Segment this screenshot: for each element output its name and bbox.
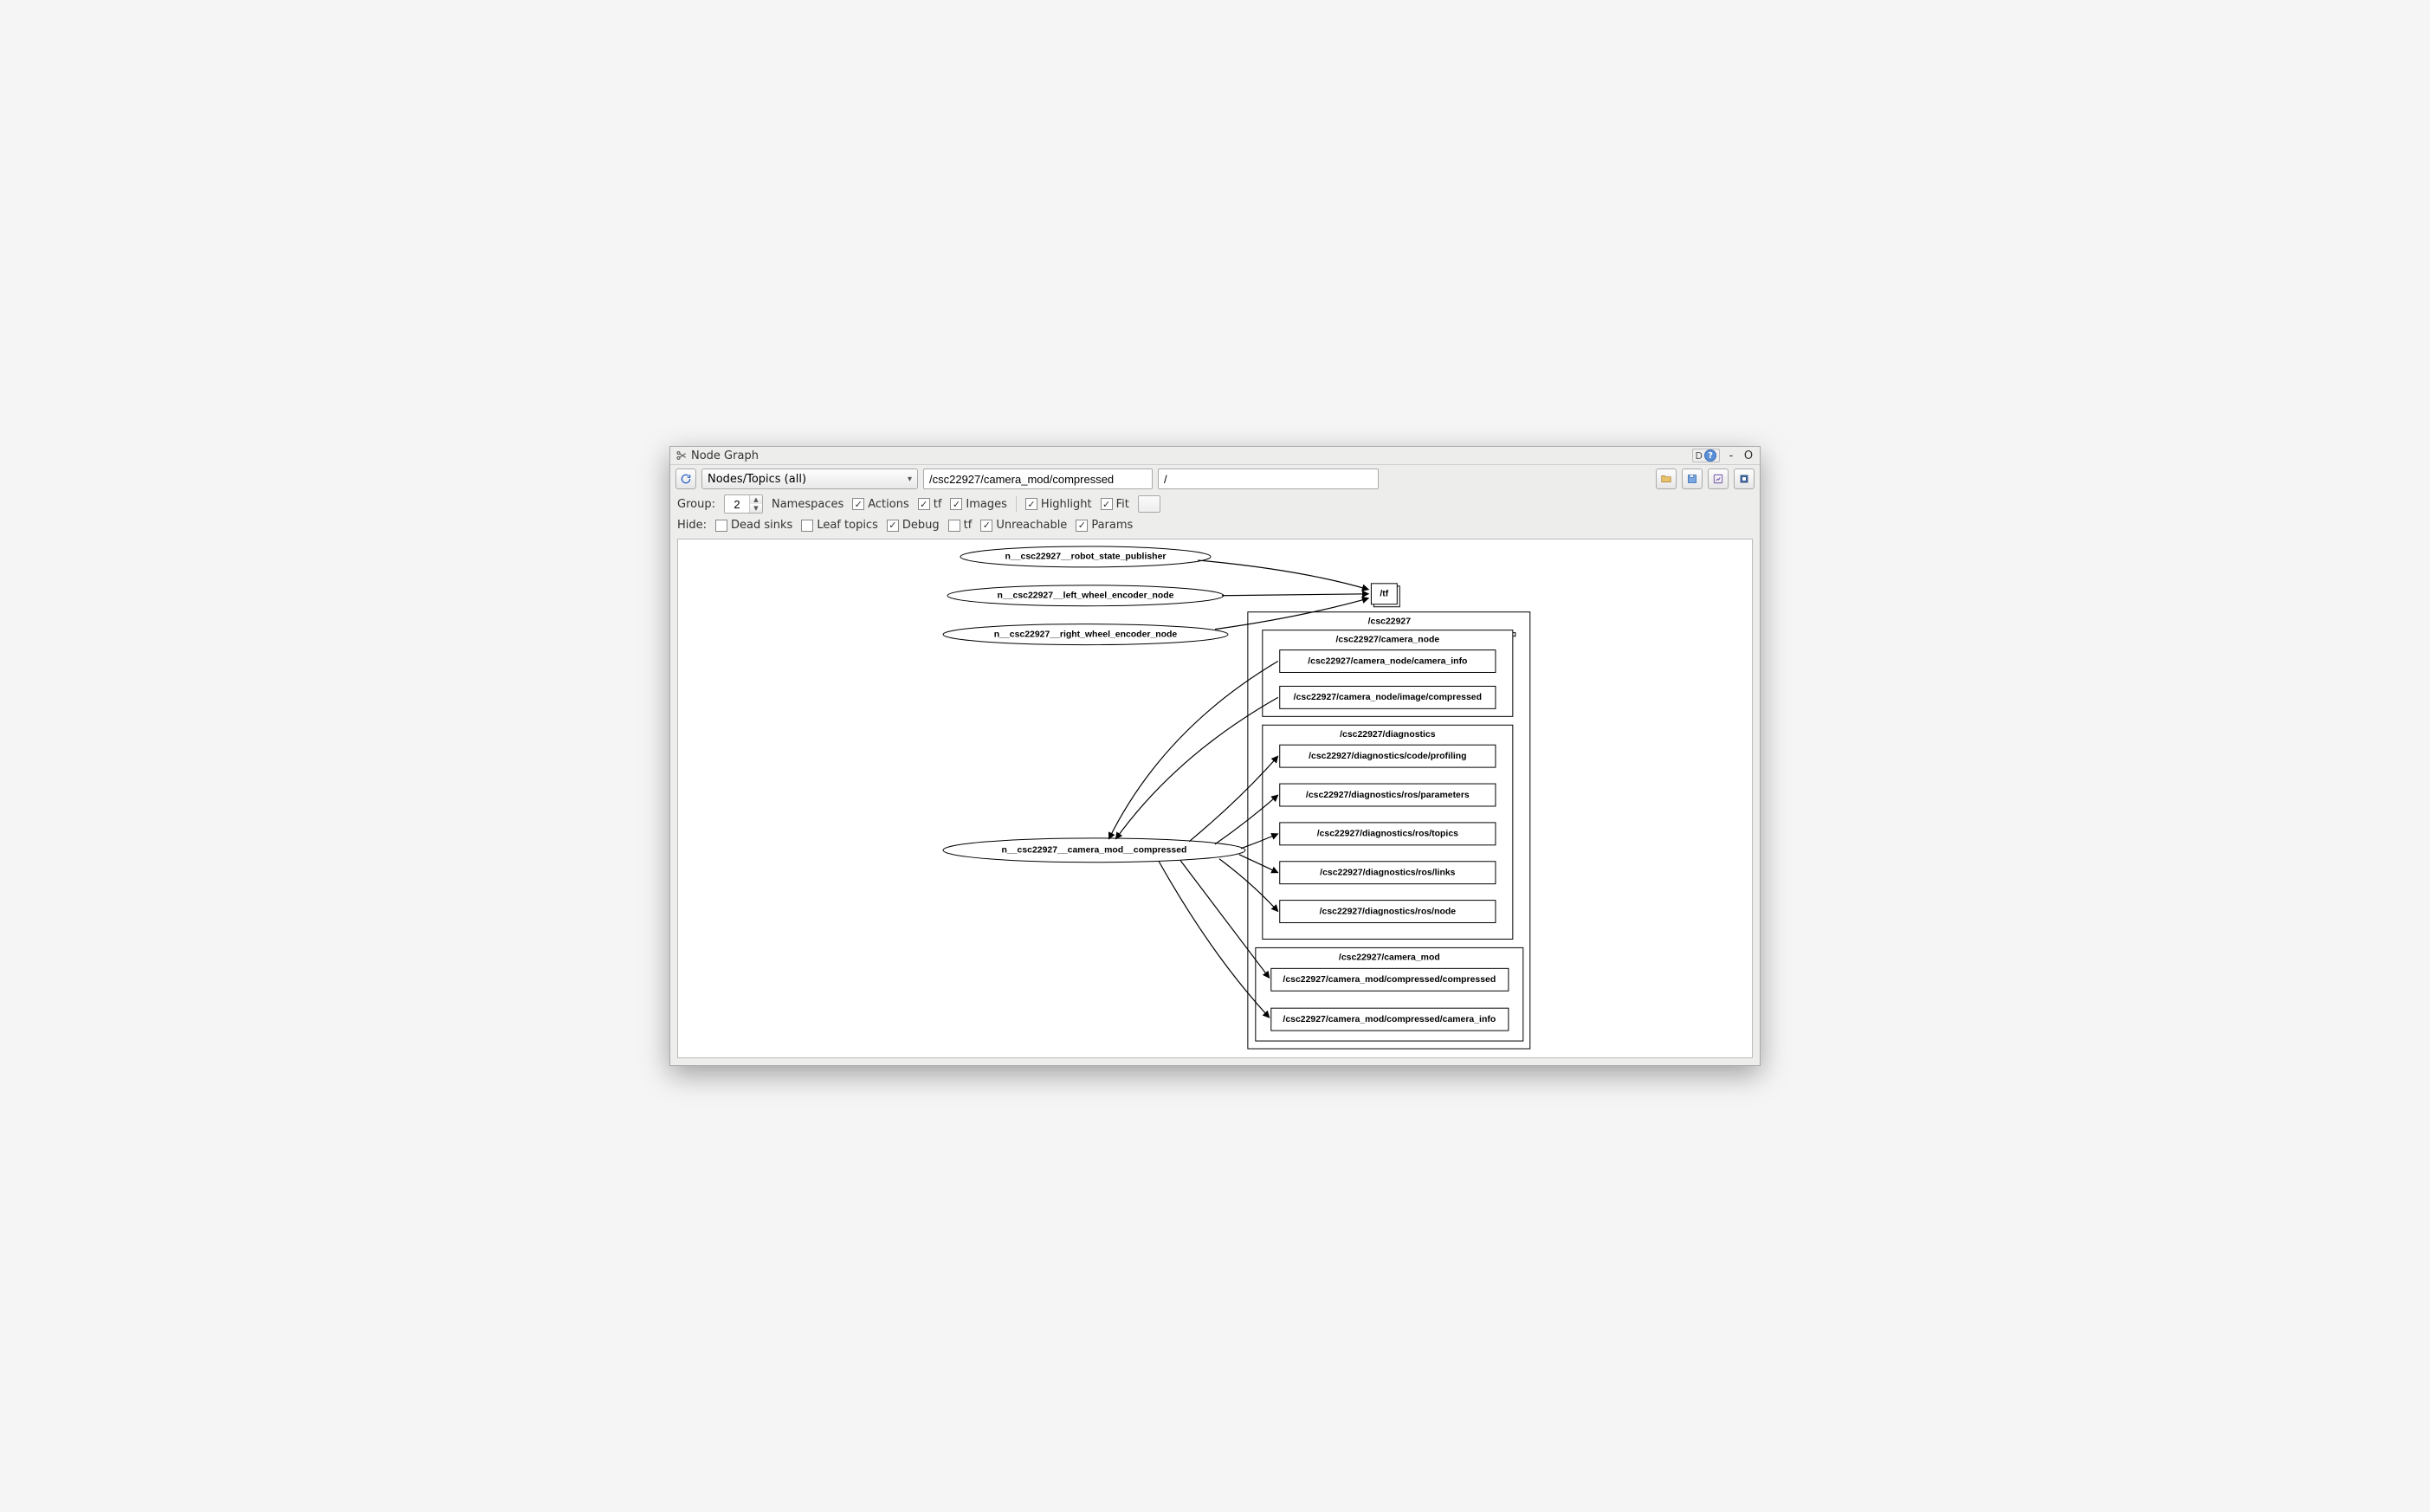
dq-letter: D xyxy=(1696,450,1703,462)
topic-tf[interactable]: /tf xyxy=(1371,584,1399,607)
hide-options-row: Hide: Dead sinks Leaf topics Debug tf Un… xyxy=(670,517,1760,535)
toolbar-main: Nodes/Topics (all) ▾ xyxy=(670,465,1760,493)
svg-text:/csc22927/diagnostics/code/pro: /csc22927/diagnostics/code/profiling xyxy=(1309,752,1466,761)
filter-input-1[interactable] xyxy=(923,468,1153,489)
svg-text:/csc22927/diagnostics/ros/link: /csc22927/diagnostics/ros/links xyxy=(1320,868,1455,877)
spin-down-icon[interactable]: ▼ xyxy=(750,504,762,513)
open-button[interactable] xyxy=(1656,468,1677,489)
edge-rsp-tf xyxy=(1198,560,1368,590)
window: Node Graph D ? - O Nodes/Topics (all) ▾ xyxy=(669,446,1761,1066)
topic-diag-profiling[interactable]: /csc22927/diagnostics/code/profiling xyxy=(1280,745,1496,767)
svg-text:n__csc22927__left_wheel_encode: n__csc22927__left_wheel_encoder_node xyxy=(998,591,1174,601)
topic-mod-camera-info[interactable]: /csc22927/camera_mod/compressed/camera_i… xyxy=(1271,1008,1509,1031)
graph-canvas[interactable]: n__csc22927__robot_state_publisher n__cs… xyxy=(677,539,1753,1058)
svg-text:/csc22927/camera_node/image/co: /csc22927/camera_node/image/compressed xyxy=(1294,693,1482,702)
node-left-wheel-encoder[interactable]: n__csc22927__left_wheel_encoder_node xyxy=(947,585,1224,606)
svg-text:/csc22927/diagnostics/ros/topi: /csc22927/diagnostics/ros/topics xyxy=(1317,830,1458,839)
group-label: Group: xyxy=(677,498,715,511)
svg-text:n__csc22927__camera_mod__compr: n__csc22927__camera_mod__compressed xyxy=(1002,846,1187,856)
topic-diag-node[interactable]: /csc22927/diagnostics/ros/node xyxy=(1280,901,1496,923)
group-camera-node[interactable]: /csc22927/camera_node /csc22927/camera_n… xyxy=(1263,630,1516,717)
help-icon[interactable]: ? xyxy=(1704,449,1716,462)
debug-checkbox[interactable]: Debug xyxy=(887,519,940,532)
unreachable-checkbox[interactable]: Unreachable xyxy=(980,519,1067,532)
svg-text:/csc22927/camera_mod/compresse: /csc22927/camera_mod/compressed/compress… xyxy=(1283,975,1496,985)
group-value-input[interactable] xyxy=(725,498,749,511)
edge-camerainfo-camnode xyxy=(1108,662,1277,839)
svg-text:/csc22927/camera_mod: /csc22927/camera_mod xyxy=(1339,953,1440,962)
node-robot-state-publisher[interactable]: n__csc22927__robot_state_publisher xyxy=(960,546,1211,567)
window-title: Node Graph xyxy=(691,449,759,462)
group-options-row: Group: ▲ ▼ Namespaces Actions tf Images … xyxy=(670,493,1760,517)
tf-hide-checkbox[interactable]: tf xyxy=(948,519,973,532)
edge-imgcomp-camnode xyxy=(1115,697,1277,838)
fit-checkbox[interactable]: Fit xyxy=(1101,498,1129,511)
images-checkbox[interactable]: Images xyxy=(950,498,1007,511)
svg-text:/csc22927/camera_node: /csc22927/camera_node xyxy=(1335,636,1439,645)
svg-text:/tf: /tf xyxy=(1380,590,1388,599)
view-mode-text: Nodes/Topics (all) xyxy=(708,473,806,486)
tf-group-checkbox[interactable]: tf xyxy=(918,498,942,511)
refresh-button[interactable] xyxy=(675,468,696,489)
highlight-checkbox[interactable]: Highlight xyxy=(1025,498,1092,511)
view-mode-combo[interactable]: Nodes/Topics (all) ▾ xyxy=(701,468,918,489)
group-diagnostics[interactable]: /csc22927/diagnostics /csc22927/diagnost… xyxy=(1263,725,1513,939)
group-camera-mod[interactable]: /csc22927/camera_mod /csc22927/camera_mo… xyxy=(1256,947,1523,1041)
chevron-down-icon: ▾ xyxy=(908,475,912,484)
svg-text:/csc22927/camera_node/camera_i: /csc22927/camera_node/camera_info xyxy=(1308,656,1467,666)
svg-text:n__csc22927__robot_state_publi: n__csc22927__robot_state_publisher xyxy=(1005,552,1167,562)
svg-text:n__csc22927__right_wheel_encod: n__csc22927__right_wheel_encoder_node xyxy=(994,630,1178,639)
node-camera-mod-compressed[interactable]: n__csc22927__camera_mod__compressed xyxy=(943,838,1245,863)
topic-diag-parameters[interactable]: /csc22927/diagnostics/ros/parameters xyxy=(1280,784,1496,806)
namespaces-label: Namespaces xyxy=(772,498,843,511)
titlebar: Node Graph D ? - O xyxy=(670,447,1760,465)
topic-mod-compressed[interactable]: /csc22927/camera_mod/compressed/compress… xyxy=(1271,968,1509,991)
svg-text:/csc22927/diagnostics: /csc22927/diagnostics xyxy=(1340,730,1436,740)
edge-rwe-tf xyxy=(1215,598,1368,630)
dead-sinks-checkbox[interactable]: Dead sinks xyxy=(715,519,792,532)
color-swatch-button[interactable] xyxy=(1138,495,1160,513)
params-checkbox[interactable]: Params xyxy=(1076,519,1133,532)
svg-text:/csc22927/diagnostics/ros/node: /csc22927/diagnostics/ros/node xyxy=(1320,907,1457,916)
svg-text:/csc22927/diagnostics/ros/para: /csc22927/diagnostics/ros/parameters xyxy=(1306,791,1470,800)
minimize-button[interactable]: - xyxy=(1725,449,1737,462)
scissors-icon xyxy=(675,449,688,462)
topic-diag-topics[interactable]: /csc22927/diagnostics/ros/topics xyxy=(1280,823,1496,845)
svg-text:/csc22927/camera_mod/compresse: /csc22927/camera_mod/compressed/camera_i… xyxy=(1283,1015,1496,1024)
actions-checkbox[interactable]: Actions xyxy=(852,498,909,511)
export-button[interactable] xyxy=(1708,468,1729,489)
topic-image-compressed[interactable]: /csc22927/camera_node/image/compressed xyxy=(1280,686,1496,708)
hide-label: Hide: xyxy=(677,519,707,532)
topic-camera-info[interactable]: /csc22927/camera_node/camera_info xyxy=(1280,650,1496,673)
spin-up-icon[interactable]: ▲ xyxy=(750,495,762,504)
leaf-topics-checkbox[interactable]: Leaf topics xyxy=(801,519,878,532)
group-spinner[interactable]: ▲ ▼ xyxy=(724,494,763,514)
node-right-wheel-encoder[interactable]: n__csc22927__right_wheel_encoder_node xyxy=(943,624,1228,645)
topic-diag-links[interactable]: /csc22927/diagnostics/ros/links xyxy=(1280,862,1496,884)
dq-badge[interactable]: D ? xyxy=(1692,449,1720,462)
group-csc22927[interactable]: /csc22927 /csc22927/camera_node /csc2292… xyxy=(1248,612,1530,1049)
restore-button[interactable]: O xyxy=(1742,449,1755,462)
edge-cam-modinfo xyxy=(1159,862,1270,1018)
filter-input-2[interactable] xyxy=(1158,468,1379,489)
fit-view-button[interactable] xyxy=(1734,468,1755,489)
save-button[interactable] xyxy=(1682,468,1703,489)
svg-text:/csc22927: /csc22927 xyxy=(1368,617,1412,627)
edge-lwe-tf xyxy=(1222,594,1368,596)
